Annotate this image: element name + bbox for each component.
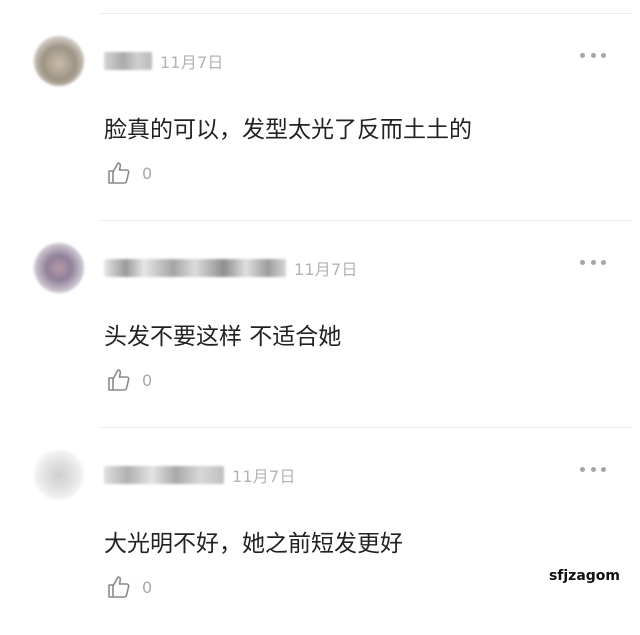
thumbs-up-icon bbox=[108, 162, 130, 184]
like-count: 0 bbox=[142, 577, 153, 597]
username-redacted[interactable] bbox=[104, 466, 224, 484]
comment-item: 11月7日 头发不要这样 不适合她 0 bbox=[0, 221, 640, 428]
username-redacted[interactable] bbox=[104, 259, 286, 277]
comment-item: 11月7日 脸真的可以，发型太光了反而土土的 0 bbox=[0, 14, 640, 221]
comment-meta: 11月7日 bbox=[104, 257, 358, 279]
more-icon[interactable] bbox=[580, 255, 606, 269]
more-icon[interactable] bbox=[580, 48, 606, 62]
avatar[interactable] bbox=[34, 243, 84, 293]
comment-item: 11月7日 大光明不好，她之前短发更好 0 bbox=[0, 428, 640, 635]
comment-date: 11月7日 bbox=[160, 53, 224, 72]
more-icon[interactable] bbox=[580, 462, 606, 476]
like-count: 0 bbox=[142, 370, 153, 390]
comment-text: 大光明不好，她之前短发更好 bbox=[104, 531, 403, 557]
comment-text: 脸真的可以，发型太光了反而土土的 bbox=[104, 117, 472, 143]
like-button[interactable]: 0 bbox=[106, 574, 152, 600]
watermark: sfjzagom bbox=[546, 568, 622, 584]
comment-text: 头发不要这样 不适合她 bbox=[104, 324, 342, 350]
like-button[interactable]: 0 bbox=[106, 160, 152, 186]
thumbs-up-icon bbox=[108, 576, 130, 598]
avatar[interactable] bbox=[34, 36, 84, 86]
like-button[interactable]: 0 bbox=[106, 367, 152, 393]
username-redacted[interactable] bbox=[104, 52, 152, 70]
thumbs-up-icon bbox=[108, 369, 130, 391]
like-count: 0 bbox=[142, 163, 153, 183]
comment-meta: 11月7日 bbox=[104, 50, 224, 72]
avatar[interactable] bbox=[34, 450, 84, 500]
comment-meta: 11月7日 bbox=[104, 464, 296, 486]
comment-date: 11月7日 bbox=[294, 260, 358, 279]
comment-date: 11月7日 bbox=[232, 467, 296, 486]
